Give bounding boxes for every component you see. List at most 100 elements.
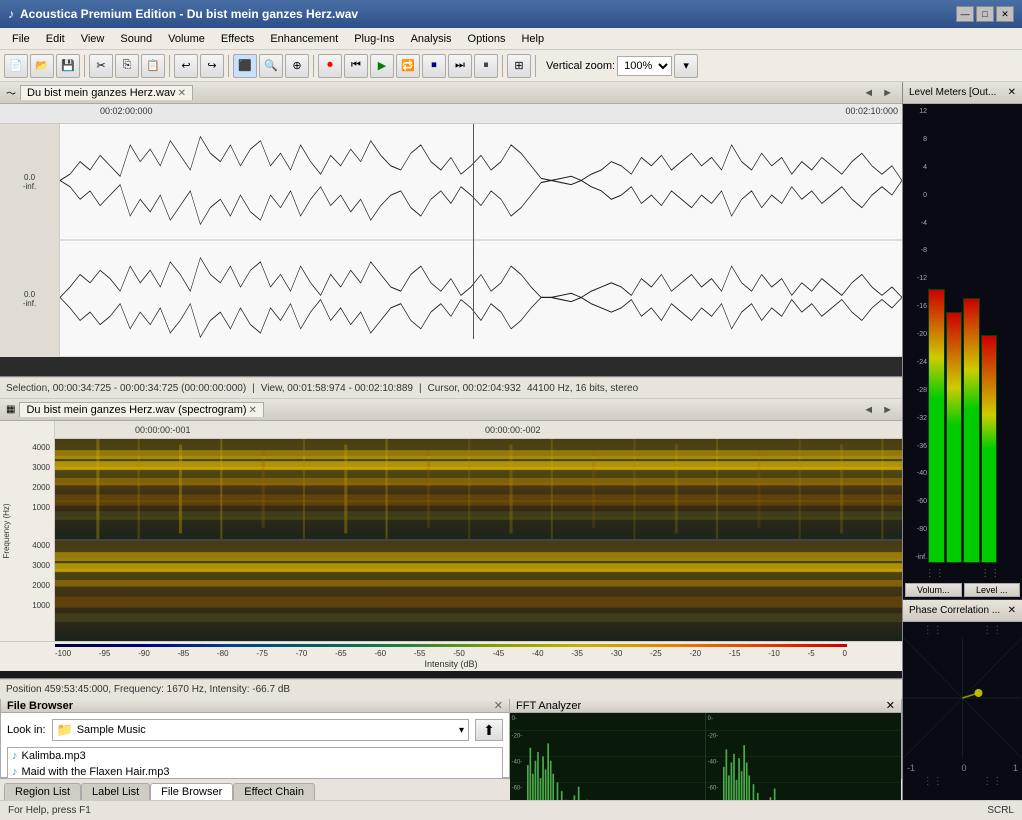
phase-label-1: 1 — [1013, 763, 1018, 773]
menu-analysis[interactable]: Analysis — [403, 31, 460, 47]
select-tool[interactable]: ⬛ — [233, 54, 257, 78]
intensity-scale-area: -100 -95 -90 -85 -80 -75 -70 -65 -60 -55… — [0, 641, 902, 671]
fft-close[interactable]: ✕ — [886, 699, 895, 712]
db-neg40: -40 — [905, 470, 927, 477]
waveform-nav-next[interactable]: ► — [879, 87, 896, 99]
track1-top: 0.0 — [24, 173, 35, 182]
spec-nav-next[interactable]: ► — [879, 404, 896, 416]
menu-edit[interactable]: Edit — [38, 31, 73, 47]
menu-file[interactable]: File — [4, 31, 38, 47]
int-label-16: -20 — [689, 649, 701, 658]
tab-file-browser[interactable]: File Browser — [150, 783, 233, 800]
status-bottom: For Help, press F1 SCRL — [0, 800, 1022, 820]
waveform-tab[interactable]: Du bist mein ganzes Herz.wav ✕ — [20, 85, 193, 100]
level-meters-content: 12 8 4 0 -4 -8 -12 -16 -20 -24 -28 -32 -… — [903, 104, 1022, 565]
db-neg32: -32 — [905, 415, 927, 422]
phase-corr-close[interactable]: ✕ — [1008, 605, 1016, 616]
meter-bars-left — [928, 106, 962, 563]
tab-label-list[interactable]: Label List — [81, 783, 150, 800]
int-label-3: -85 — [178, 649, 190, 658]
menu-volume[interactable]: Volume — [160, 31, 213, 47]
play-loop[interactable]: 🔁 — [396, 54, 420, 78]
spec-nav-prev[interactable]: ◄ — [860, 404, 877, 416]
cut-button[interactable]: ✂ — [89, 54, 113, 78]
look-in-value: Sample Music — [77, 724, 455, 736]
stop-button[interactable]: ⏹ — [422, 54, 446, 78]
new-button[interactable]: 📄 — [4, 54, 28, 78]
minimize-button[interactable]: — — [956, 6, 974, 22]
grid-button[interactable]: ⊞ — [507, 54, 531, 78]
spec-time-ruler: 00:00:00:-001 00:00:00:-002 — [55, 421, 902, 439]
copy-button[interactable]: ⎘ — [115, 54, 139, 78]
level-button[interactable]: Level ... — [964, 583, 1021, 597]
menu-plugins[interactable]: Plug-Ins — [346, 31, 402, 47]
track1-bottom: -inf. — [23, 182, 36, 191]
scroll-indicator: SCRL — [987, 805, 1014, 816]
db-neg28: -28 — [905, 387, 927, 394]
redo-button[interactable]: ↪ — [200, 54, 224, 78]
track-wave-1[interactable] — [60, 124, 902, 239]
look-in-row: Look in: 📁 Sample Music ▾ ⬆ — [7, 719, 503, 741]
menu-effects[interactable]: Effects — [213, 31, 262, 47]
track2-top: 0.0 — [24, 290, 35, 299]
zoom-dropdown[interactable]: ▾ — [674, 54, 698, 78]
file-icon-1: ♪ — [12, 766, 18, 778]
db-neg20: -20 — [905, 331, 927, 338]
look-in-nav-btn[interactable]: ⬆ — [475, 719, 503, 741]
maximize-button[interactable]: □ — [976, 6, 994, 22]
tab-region-list[interactable]: Region List — [4, 783, 81, 800]
spec-track-top[interactable]: /* placeholder */ — [55, 439, 902, 539]
file-browser-close[interactable]: ✕ — [494, 699, 503, 712]
spectrogram-tab[interactable]: Du bist mein ganzes Herz.wav (spectrogra… — [19, 402, 263, 417]
menu-options[interactable]: Options — [460, 31, 514, 47]
meter-scale: 12 8 4 0 -4 -8 -12 -16 -20 -24 -28 -32 -… — [905, 106, 927, 563]
spec-track-bottom[interactable] — [55, 541, 902, 641]
spectrogram-tab-close[interactable]: ✕ — [249, 405, 257, 416]
intensity-axis-label: Intensity (dB) — [55, 659, 847, 669]
int-label-15: -25 — [650, 649, 662, 658]
folder-icon: 📁 — [57, 722, 73, 738]
int-label-8: -60 — [374, 649, 386, 658]
waveform-content: 00:02:00:000 00:02:10:000 0.0 -inf. — [0, 104, 902, 357]
menu-enhancement[interactable]: Enhancement — [262, 31, 346, 47]
fft-svg-right: 0- -20- -40- -60- -80- — [706, 713, 901, 800]
volume-button[interactable]: Volum... — [905, 583, 962, 597]
pause-button[interactable]: ⏸ — [474, 54, 498, 78]
paste-button[interactable]: 📋 — [141, 54, 165, 78]
phase-dots-tr: ⋮⋮ — [982, 625, 1002, 636]
main-area: 〜 Du bist mein ganzes Herz.wav ✕ ◄ ► 00:… — [0, 82, 1022, 800]
tab-effect-chain[interactable]: Effect Chain — [233, 783, 315, 800]
menu-view[interactable]: View — [73, 31, 113, 47]
menu-help[interactable]: Help — [513, 31, 552, 47]
intensity-labels: -100 -95 -90 -85 -80 -75 -70 -65 -60 -55… — [55, 649, 847, 658]
spec-svg-bottom — [55, 541, 902, 641]
status-bar: Selection, 00:00:34:725 - 00:00:34:725 (… — [0, 377, 902, 399]
y-1000-1: 1000 — [32, 503, 50, 512]
zoom-select[interactable]: 100% 25% 50% 75% 150% 200% — [617, 56, 672, 76]
close-button[interactable]: ✕ — [996, 6, 1014, 22]
save-button[interactable]: 💾 — [56, 54, 80, 78]
track-wave-2[interactable] — [60, 241, 902, 356]
file-item-0[interactable]: ♪ Kalimba.mp3 — [8, 748, 502, 764]
goto-start[interactable]: ⏮ — [344, 54, 368, 78]
look-in-dropdown-arrow[interactable]: ▾ — [459, 725, 464, 736]
look-in-select[interactable]: 📁 Sample Music ▾ — [52, 719, 469, 741]
goto-end[interactable]: ⏭ — [448, 54, 472, 78]
spec-tracks: /* placeholder */ — [55, 439, 902, 641]
zoom-tool[interactable]: 🔍 — [259, 54, 283, 78]
record-button[interactable]: ⏺ — [318, 54, 342, 78]
open-button[interactable]: 📂 — [30, 54, 54, 78]
int-label-2: -90 — [138, 649, 150, 658]
scrub-tool[interactable]: ⊕ — [285, 54, 309, 78]
waveform-nav-prev[interactable]: ◄ — [860, 87, 877, 99]
int-label-13: -35 — [571, 649, 583, 658]
toolbar-sep-1 — [84, 55, 85, 77]
play-button[interactable]: ▶ — [370, 54, 394, 78]
undo-button[interactable]: ↩ — [174, 54, 198, 78]
waveform-tab-close[interactable]: ✕ — [178, 88, 186, 99]
phase-dots-top: ⋮⋮ ⋮⋮ — [903, 622, 1022, 638]
menu-sound[interactable]: Sound — [112, 31, 160, 47]
meter-bar-r1 — [963, 298, 980, 563]
phase-corr-content: ⋮⋮ ⋮⋮ -1 — [903, 622, 1022, 800]
level-meters-close[interactable]: ✕ — [1008, 87, 1016, 98]
